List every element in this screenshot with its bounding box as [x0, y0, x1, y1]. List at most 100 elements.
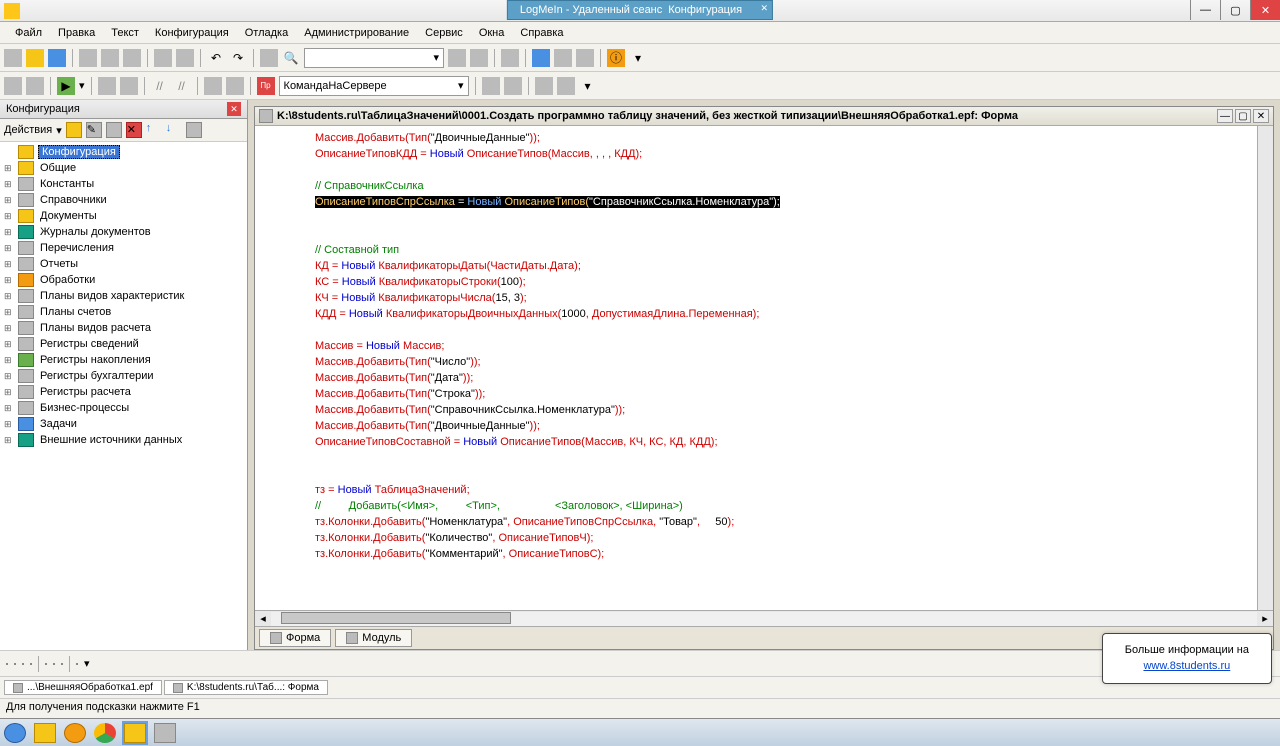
tree-item[interactable]: Конфигурация	[2, 144, 245, 160]
b-icon[interactable]	[504, 77, 522, 95]
next-bm-icon[interactable]	[226, 77, 244, 95]
lt4-icon[interactable]	[30, 663, 32, 665]
a-icon[interactable]	[482, 77, 500, 95]
chrome-icon[interactable]	[94, 723, 116, 743]
d-icon[interactable]	[557, 77, 575, 95]
minimize-button[interactable]: —	[1190, 0, 1220, 20]
file-tab[interactable]: K:\8students.ru\Таб...: Форма	[164, 680, 328, 695]
paste-icon[interactable]	[123, 49, 141, 67]
lt1-icon[interactable]	[6, 663, 8, 665]
print-icon[interactable]	[154, 49, 172, 67]
procedure-combo[interactable]: КомандаНаСервере▾	[279, 76, 469, 96]
copy-icon[interactable]	[101, 49, 119, 67]
config-icon[interactable]	[532, 49, 550, 67]
tree-item[interactable]: ⊞Регистры сведений	[2, 336, 245, 352]
delete-icon[interactable]: ✕	[126, 122, 142, 138]
tab-Модуль[interactable]: Модуль	[335, 629, 412, 647]
down-icon[interactable]: ↓	[166, 122, 182, 138]
tree-item[interactable]: ⊞Обработки	[2, 272, 245, 288]
menu-Правка[interactable]: Правка	[51, 25, 102, 41]
bookmark-icon[interactable]	[204, 77, 222, 95]
tree-item[interactable]: ⊞Документы	[2, 208, 245, 224]
close-button[interactable]: ✕	[1250, 0, 1280, 20]
open-icon[interactable]	[26, 49, 44, 67]
proc-icon[interactable]: Пр	[257, 77, 275, 95]
comment-icon[interactable]: //	[151, 77, 169, 95]
nav-fwd-icon[interactable]	[470, 49, 488, 67]
new-icon[interactable]	[4, 49, 22, 67]
tree-item[interactable]: ⊞Справочники	[2, 192, 245, 208]
save-icon[interactable]	[48, 49, 66, 67]
help-icon[interactable]: ⓘ	[607, 49, 625, 67]
tree-item[interactable]: ⊞Перечисления	[2, 240, 245, 256]
copy2-icon[interactable]	[106, 122, 122, 138]
tree-item[interactable]: ⊞Планы видов характеристик	[2, 288, 245, 304]
undo-icon[interactable]: ↶	[207, 49, 225, 67]
lt5-icon[interactable]	[45, 663, 47, 665]
dropdown-icon[interactable]: ▾	[629, 49, 647, 67]
lt3-icon[interactable]	[22, 663, 24, 665]
tree-item[interactable]: ⊞Регистры накопления	[2, 352, 245, 368]
tree-item[interactable]: ⊞Константы	[2, 176, 245, 192]
tree-item[interactable]: ⊞Отчеты	[2, 256, 245, 272]
tree-item[interactable]: ⊞Регистры расчета	[2, 384, 245, 400]
menu-Файл[interactable]: Файл	[8, 25, 49, 41]
tree-item[interactable]: ⊞Журналы документов	[2, 224, 245, 240]
debug-icon[interactable]	[98, 77, 116, 95]
tree-item[interactable]: ⊞Регистры бухгалтерии	[2, 368, 245, 384]
horizontal-scrollbar[interactable]: ◂ ▸	[255, 610, 1273, 626]
tree-item[interactable]: ⊞Планы счетов	[2, 304, 245, 320]
doc-close-icon[interactable]: ✕	[1253, 109, 1269, 123]
lt2-icon[interactable]	[14, 663, 16, 665]
tree-item[interactable]: ⊞Планы видов расчета	[2, 320, 245, 336]
tab-Форма[interactable]: Форма	[259, 629, 331, 647]
explorer-icon[interactable]	[34, 723, 56, 743]
e-icon[interactable]: ▾	[579, 77, 597, 95]
lt6-icon[interactable]	[53, 663, 55, 665]
info-link[interactable]: www.8students.ru	[1143, 660, 1230, 672]
menu-Администрирование[interactable]: Администрирование	[297, 25, 416, 41]
menu-Сервис[interactable]: Сервис	[418, 25, 470, 41]
firefox-icon[interactable]	[64, 723, 86, 743]
preview-icon[interactable]	[176, 49, 194, 67]
db-icon[interactable]	[554, 49, 572, 67]
up-icon[interactable]: ↑	[146, 122, 162, 138]
menu-Отладка[interactable]: Отладка	[238, 25, 295, 41]
sort-icon[interactable]	[186, 122, 202, 138]
break-icon[interactable]	[120, 77, 138, 95]
tree-item[interactable]: ⊞Задачи	[2, 416, 245, 432]
menu-Конфигурация[interactable]: Конфигурация	[148, 25, 236, 41]
banner-close-icon[interactable]: ✕	[761, 3, 769, 14]
search-combo[interactable]: ▾	[304, 48, 444, 68]
find-icon[interactable]	[260, 49, 278, 67]
run-icon[interactable]: ▶	[57, 77, 75, 95]
menu-Текст[interactable]: Текст	[104, 25, 146, 41]
indent-right-icon[interactable]	[26, 77, 44, 95]
config-tree[interactable]: Конфигурация⊞Общие⊞Константы⊞Справочники…	[0, 142, 247, 650]
doc-max-icon[interactable]: ▢	[1235, 109, 1251, 123]
maximize-button[interactable]: ▢	[1220, 0, 1250, 20]
panel-close-icon[interactable]: ✕	[227, 102, 241, 116]
cut-icon[interactable]	[79, 49, 97, 67]
edit-icon[interactable]: ✎	[86, 122, 102, 138]
vertical-scrollbar[interactable]	[1257, 126, 1273, 610]
doc-min-icon[interactable]: —	[1217, 109, 1233, 123]
tree-item[interactable]: ⊞Внешние источники данных	[2, 432, 245, 448]
ie-icon[interactable]	[4, 723, 26, 743]
app-task-icon[interactable]	[124, 723, 146, 743]
windows-icon[interactable]	[501, 49, 519, 67]
menu-Справка[interactable]: Справка	[513, 25, 570, 41]
menu-Окна[interactable]: Окна	[472, 25, 512, 41]
tree-item[interactable]: ⊞Бизнес-процессы	[2, 400, 245, 416]
uncomment-icon[interactable]: //	[173, 77, 191, 95]
c-icon[interactable]	[535, 77, 553, 95]
lt8-icon[interactable]	[76, 663, 78, 665]
indent-left-icon[interactable]	[4, 77, 22, 95]
nav-back-icon[interactable]	[448, 49, 466, 67]
code-editor[interactable]: Массив.Добавить(Тип("ДвоичныеДанные")); …	[255, 126, 1273, 610]
zoom-icon[interactable]: 🔍	[282, 49, 300, 67]
lt7-icon[interactable]	[61, 663, 63, 665]
tree-item[interactable]: ⊞Общие	[2, 160, 245, 176]
tool-icon[interactable]	[576, 49, 594, 67]
redo-icon[interactable]: ↷	[229, 49, 247, 67]
